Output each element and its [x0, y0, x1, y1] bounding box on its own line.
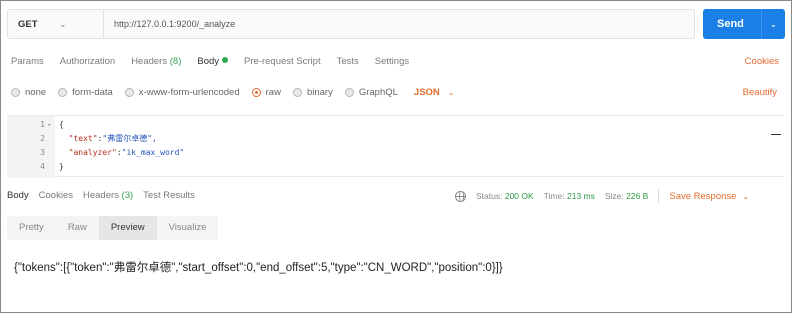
- response-view-modes: Pretty Raw Preview Visualize: [7, 216, 219, 240]
- mode-raw[interactable]: Raw: [56, 216, 99, 240]
- radio-circle-icon: [58, 88, 68, 97]
- beautify-button[interactable]: Beautify: [743, 87, 777, 98]
- mode-visualize[interactable]: Visualize: [157, 216, 219, 240]
- body-type-options: none form-data x-www-form-urlencoded raw…: [11, 87, 454, 98]
- postman-window: GET ⌄ http://127.0.0.1:9200/_analyze Sen…: [0, 0, 792, 313]
- radio-binary[interactable]: binary: [292, 87, 333, 98]
- tab-authorization[interactable]: Authorization: [60, 56, 115, 70]
- response-tab-headers[interactable]: Headers (3): [83, 190, 133, 201]
- tab-settings[interactable]: Settings: [375, 56, 409, 70]
- size-label: Size:: [604, 191, 624, 201]
- headers-count: (8): [169, 56, 182, 67]
- radio-raw-label: raw: [265, 87, 281, 98]
- save-response-button[interactable]: Save Response ⌄: [669, 191, 749, 202]
- save-response-label: Save Response: [669, 190, 737, 202]
- radio-graphql-label: GraphQL: [358, 87, 398, 98]
- tab-body[interactable]: Body: [197, 56, 229, 70]
- format-select[interactable]: JSON ⌄: [414, 87, 455, 98]
- radio-selected-icon: [251, 88, 261, 97]
- chevron-down-icon: ⌄: [59, 19, 67, 29]
- line-number: 3: [40, 148, 45, 157]
- line-number: 4: [40, 162, 45, 171]
- chevron-down-icon: ⌄: [447, 88, 455, 97]
- radio-urlencoded[interactable]: x-www-form-urlencoded: [124, 87, 240, 98]
- response-tab-cookies[interactable]: Cookies: [39, 190, 73, 201]
- radio-form-data[interactable]: form-data: [58, 87, 113, 98]
- radio-raw[interactable]: raw: [251, 87, 281, 98]
- chevron-down-icon: ⌄: [742, 191, 750, 201]
- editor-line: 1 ▾ {: [7, 118, 785, 132]
- radio-urlencoded-label: x-www-form-urlencoded: [138, 87, 240, 98]
- code-text: }: [59, 162, 64, 171]
- response-body-text: {"tokens":[{"token":"弗雷尔卓德","start_offse…: [14, 262, 503, 274]
- json-value: "ik_max_word": [121, 148, 185, 157]
- radio-form-data-label: form-data: [72, 87, 113, 98]
- code-text: "text":"弗雷尔卓德",: [68, 134, 157, 143]
- send-button[interactable]: Send ⌄: [703, 9, 785, 39]
- time-label: Time:: [543, 191, 565, 201]
- size-info: Size: 226 B: [605, 191, 649, 201]
- request-tabs: Params Authorization Headers (8) Body Pr…: [11, 56, 425, 70]
- json-key: "analyzer": [68, 148, 117, 157]
- radio-circle-icon: [292, 88, 302, 97]
- size-value: 226 B: [626, 191, 649, 201]
- radio-circle-icon: [344, 88, 354, 97]
- request-bar: GET ⌄ http://127.0.0.1:9200/_analyze: [7, 9, 695, 39]
- tab-headers-label: Headers: [131, 56, 168, 67]
- body-editor[interactable]: 1 ▾ { 2 "text":"弗雷尔卓德", 3 "analyzer":"ik…: [7, 115, 785, 178]
- cookies-link[interactable]: Cookies: [745, 56, 779, 67]
- mode-pretty[interactable]: Pretty: [7, 216, 56, 240]
- active-dot-icon: [222, 57, 229, 63]
- response-tab-test-results[interactable]: Test Results: [143, 190, 195, 201]
- time-info: Time: 213 ms: [544, 191, 595, 201]
- tab-headers[interactable]: Headers (8): [131, 56, 181, 70]
- response-tab-headers-label: Headers: [82, 190, 119, 201]
- time-value: 213 ms: [566, 191, 595, 201]
- url-input[interactable]: http://127.0.0.1:9200/_analyze: [104, 19, 694, 29]
- radio-graphql[interactable]: GraphQL: [344, 87, 398, 98]
- json-value: "弗雷尔卓德",: [102, 134, 157, 143]
- method-select[interactable]: GET ⌄: [8, 10, 104, 38]
- editor-line: 2 "text":"弗雷尔卓德",: [7, 132, 785, 146]
- send-label: Send: [717, 18, 744, 30]
- radio-none[interactable]: none: [11, 87, 46, 98]
- editor-line: 3 "analyzer":"ik_max_word": [7, 146, 785, 160]
- tab-body-label: Body: [197, 56, 220, 67]
- radio-circle-icon: [11, 88, 20, 97]
- status-value: 200 OK: [504, 191, 534, 201]
- tab-params[interactable]: Params: [11, 56, 44, 70]
- json-key: "text": [68, 134, 98, 143]
- divider: [658, 189, 660, 203]
- line-number: 1: [40, 120, 45, 129]
- fold-icon[interactable]: ▾: [47, 118, 53, 132]
- tab-tests[interactable]: Tests: [337, 56, 359, 70]
- status-info: Status: 200 OK: [476, 191, 534, 201]
- line-number: 2: [40, 134, 45, 143]
- editor-line: 4 }: [7, 160, 785, 174]
- status-label: Status:: [476, 191, 503, 201]
- mode-preview[interactable]: Preview: [98, 216, 157, 240]
- scrollbar-marker[interactable]: [771, 134, 781, 135]
- response-tabs: Body Cookies Headers (3) Test Results: [7, 190, 205, 201]
- code-text: {: [59, 120, 64, 129]
- code-text: "analyzer":"ik_max_word": [68, 148, 185, 157]
- response-headers-count: (3): [121, 190, 134, 201]
- radio-binary-label: binary: [306, 87, 333, 98]
- globe-icon[interactable]: [455, 190, 466, 202]
- response-tab-body[interactable]: Body: [7, 190, 29, 201]
- chevron-down-icon[interactable]: ⌄: [762, 20, 777, 29]
- tab-prerequest-script[interactable]: Pre-request Script: [244, 56, 321, 70]
- radio-circle-icon: [124, 88, 134, 97]
- method-label: GET: [18, 18, 38, 30]
- response-status-area: Status: 200 OK Time: 213 ms Size: 226 B …: [455, 189, 749, 203]
- radio-none-label: none: [25, 87, 47, 98]
- format-label: JSON: [413, 87, 440, 98]
